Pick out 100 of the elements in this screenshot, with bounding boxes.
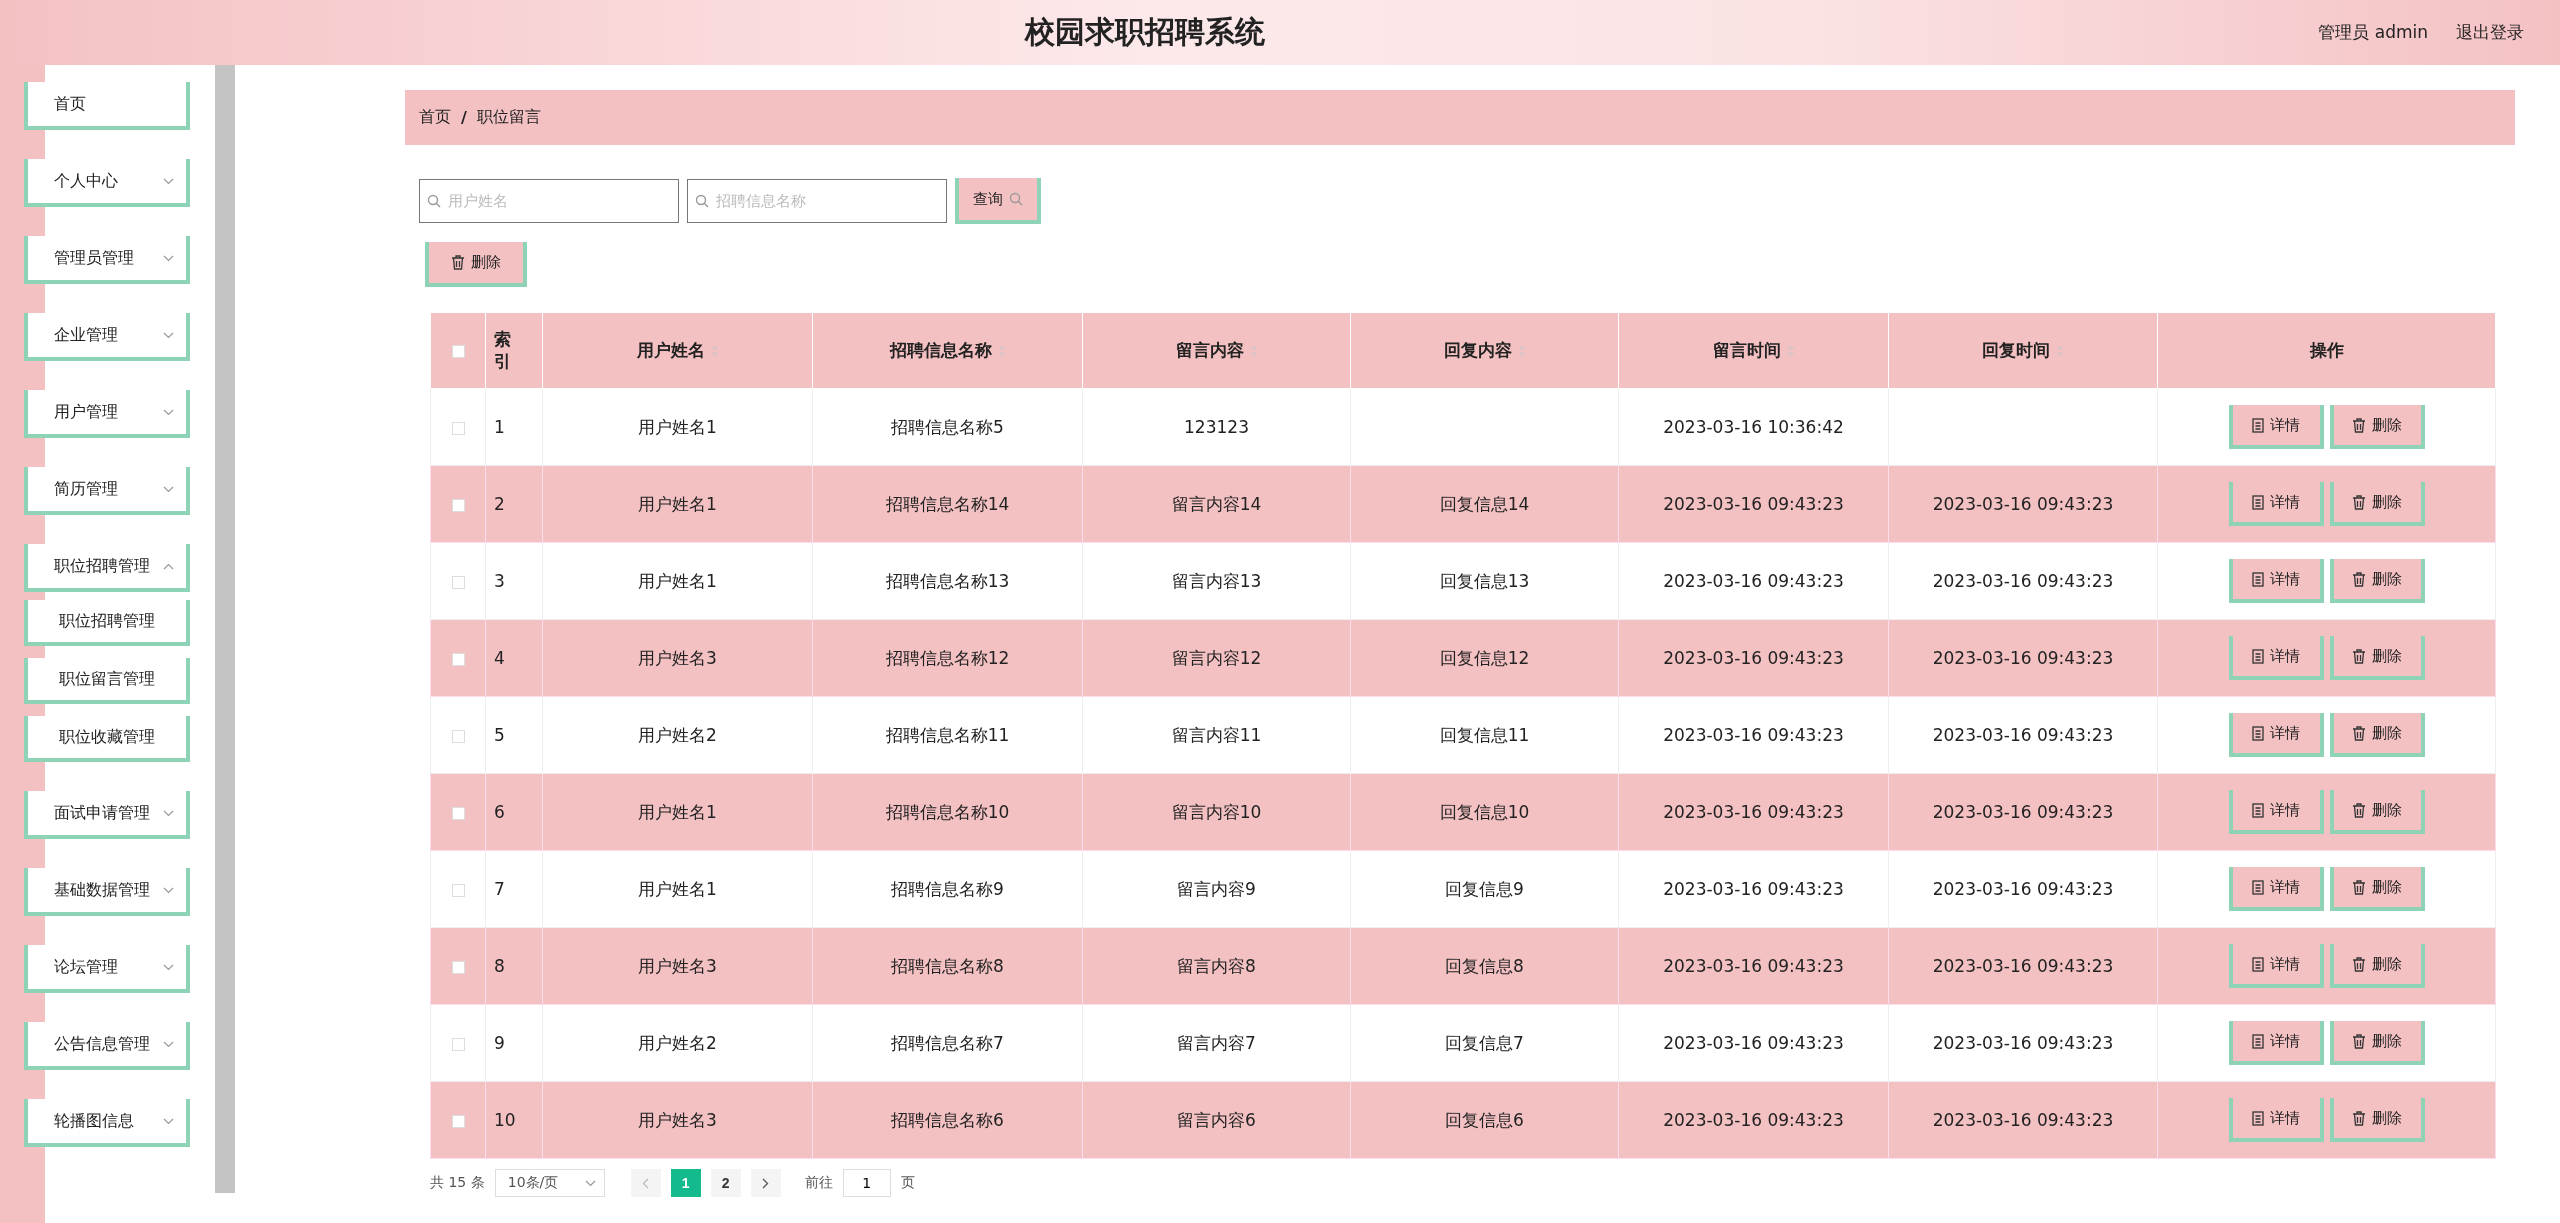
select-all-checkbox[interactable] (451, 345, 465, 358)
row-checkbox[interactable] (451, 575, 465, 589)
trash-icon (2352, 802, 2366, 818)
table-cell: 留言内容8 (1177, 955, 1256, 976)
row-checkbox[interactable] (451, 960, 465, 974)
sort-icon[interactable] (1249, 343, 1258, 358)
delete-button[interactable]: 删除 (2329, 713, 2425, 757)
delete-button[interactable]: 删除 (2329, 867, 2425, 911)
details-button[interactable]: 详情 (2228, 713, 2324, 757)
user-label: 管理员 admin (2318, 21, 2428, 44)
trash-icon (2352, 494, 2366, 510)
sort-icon[interactable] (2056, 343, 2064, 358)
delete-button[interactable]: 删除 (425, 242, 527, 287)
next-page-button[interactable] (750, 1169, 781, 1197)
sidebar-menu-item[interactable]: 公告信息管理 (24, 1022, 190, 1070)
table-cell: 2023-03-16 09:43:23 (1663, 956, 1844, 976)
details-button[interactable]: 详情 (2228, 405, 2324, 449)
table-cell: 123123 (1184, 417, 1249, 437)
chevron-down-icon (163, 485, 174, 493)
row-checkbox[interactable] (451, 421, 465, 435)
breadcrumb-item[interactable]: 首页 (419, 107, 451, 128)
delete-button[interactable]: 删除 (2329, 482, 2425, 526)
row-checkbox[interactable] (451, 652, 465, 666)
sidebar-menu-item[interactable]: 管理员管理 (24, 236, 190, 284)
page-number-field[interactable]: 1 (842, 1169, 891, 1197)
column-header[interactable]: 用户姓名 (636, 339, 705, 362)
table-cell: 用户姓名3 (638, 1109, 717, 1130)
table-cell: 招聘信息名称6 (891, 1109, 1004, 1130)
table-cell: 7 (494, 879, 505, 899)
sort-icon[interactable] (1786, 343, 1795, 358)
delete-button[interactable]: 删除 (2329, 790, 2425, 834)
table-cell: 招聘信息名称12 (885, 647, 1010, 668)
row-checkbox[interactable] (451, 1114, 465, 1128)
query-button[interactable]: 查询 (955, 178, 1041, 224)
table-cell: 回复信息9 (1445, 878, 1524, 899)
sort-icon[interactable] (710, 343, 719, 358)
sidebar-submenu-item[interactable]: 职位招聘管理 (24, 600, 190, 646)
table-cell: 用户姓名1 (638, 878, 717, 899)
delete-button[interactable]: 删除 (2329, 405, 2425, 449)
row-checkbox[interactable] (451, 498, 465, 512)
column-header[interactable]: 回复内容 (1443, 339, 1512, 362)
sidebar-menu-item[interactable]: 个人中心 (24, 159, 190, 207)
details-button[interactable]: 详情 (2228, 636, 2324, 680)
sidebar-menu-item[interactable]: 首页 (24, 82, 190, 130)
row-checkbox[interactable] (451, 883, 465, 897)
sort-icon[interactable] (1517, 343, 1526, 358)
page-button[interactable]: 2 (710, 1169, 741, 1197)
table-cell: 招聘信息名称11 (885, 724, 1010, 745)
row-checkbox[interactable] (451, 806, 465, 820)
logout-link[interactable]: 退出登录 (2456, 21, 2524, 44)
column-header[interactable]: 招聘信息名称 (889, 339, 992, 362)
previous-page-button[interactable] (630, 1169, 661, 1197)
column-header[interactable]: 留言内容 (1175, 339, 1244, 362)
sidebar-menu-item[interactable]: 职位招聘管理 (24, 544, 190, 592)
search-field[interactable]: 招聘信息名称 (687, 179, 947, 223)
column-header: 索引 (494, 329, 511, 372)
table-cell: 用户姓名1 (638, 801, 717, 822)
details-button[interactable]: 详情 (2228, 482, 2324, 526)
delete-button[interactable]: 删除 (2329, 1021, 2425, 1065)
table-cell: 招聘信息名称5 (891, 416, 1004, 437)
chevron-down-icon (163, 1117, 174, 1125)
row-checkbox[interactable] (451, 729, 465, 743)
table-cell: 2023-03-16 09:43:23 (1932, 879, 2114, 899)
table-cell: 留言内容7 (1177, 1032, 1256, 1053)
sidebar-menu-item[interactable]: 面试申请管理 (24, 791, 190, 839)
sidebar-menu-item[interactable]: 轮播图信息 (24, 1099, 190, 1147)
table-cell: 8 (494, 956, 505, 976)
table-cell: 招聘信息名称8 (891, 955, 1004, 976)
details-button[interactable]: 详情 (2228, 1098, 2324, 1142)
sidebar-submenu-item[interactable]: 职位收藏管理 (24, 716, 190, 762)
details-button[interactable]: 详情 (2228, 790, 2324, 834)
sidebar-submenu-item[interactable]: 职位留言管理 (24, 658, 190, 704)
table-cell: 1 (494, 417, 505, 437)
column-header: 操作 (2309, 339, 2344, 362)
table-cell: 用户姓名1 (638, 570, 717, 591)
chevron-down-icon (163, 408, 174, 416)
sidebar-menu-item[interactable]: 用户管理 (24, 390, 190, 438)
sidebar-menu-item[interactable]: 基础数据管理 (24, 868, 190, 916)
scrollbar[interactable] (215, 65, 235, 1193)
sidebar-menu-item[interactable]: 简历管理 (24, 467, 190, 515)
details-button[interactable]: 详情 (2228, 944, 2324, 988)
search-field[interactable]: 用户姓名 (419, 179, 679, 223)
table-cell: 10 (494, 1110, 516, 1130)
details-button[interactable]: 详情 (2228, 1021, 2324, 1065)
delete-button[interactable]: 删除 (2329, 1098, 2425, 1142)
details-button[interactable]: 详情 (2228, 867, 2324, 911)
delete-button[interactable]: 删除 (2329, 636, 2425, 680)
sidebar-menu-item[interactable]: 论坛管理 (24, 945, 190, 993)
table-cell: 3 (494, 571, 505, 591)
sort-icon[interactable] (997, 343, 1006, 358)
details-button[interactable]: 详情 (2228, 559, 2324, 603)
column-header[interactable]: 留言时间 (1712, 339, 1781, 362)
chevron-down-icon (163, 886, 174, 894)
sidebar-menu-item[interactable]: 企业管理 (24, 313, 190, 361)
table-cell: 留言内容10 (1171, 801, 1262, 822)
page-size-select[interactable]: 10条/页 (494, 1169, 605, 1197)
row-checkbox[interactable] (451, 1037, 465, 1051)
delete-button[interactable]: 删除 (2329, 559, 2425, 603)
column-header[interactable]: 回复时间 (1982, 339, 2050, 362)
delete-button[interactable]: 删除 (2329, 944, 2425, 988)
